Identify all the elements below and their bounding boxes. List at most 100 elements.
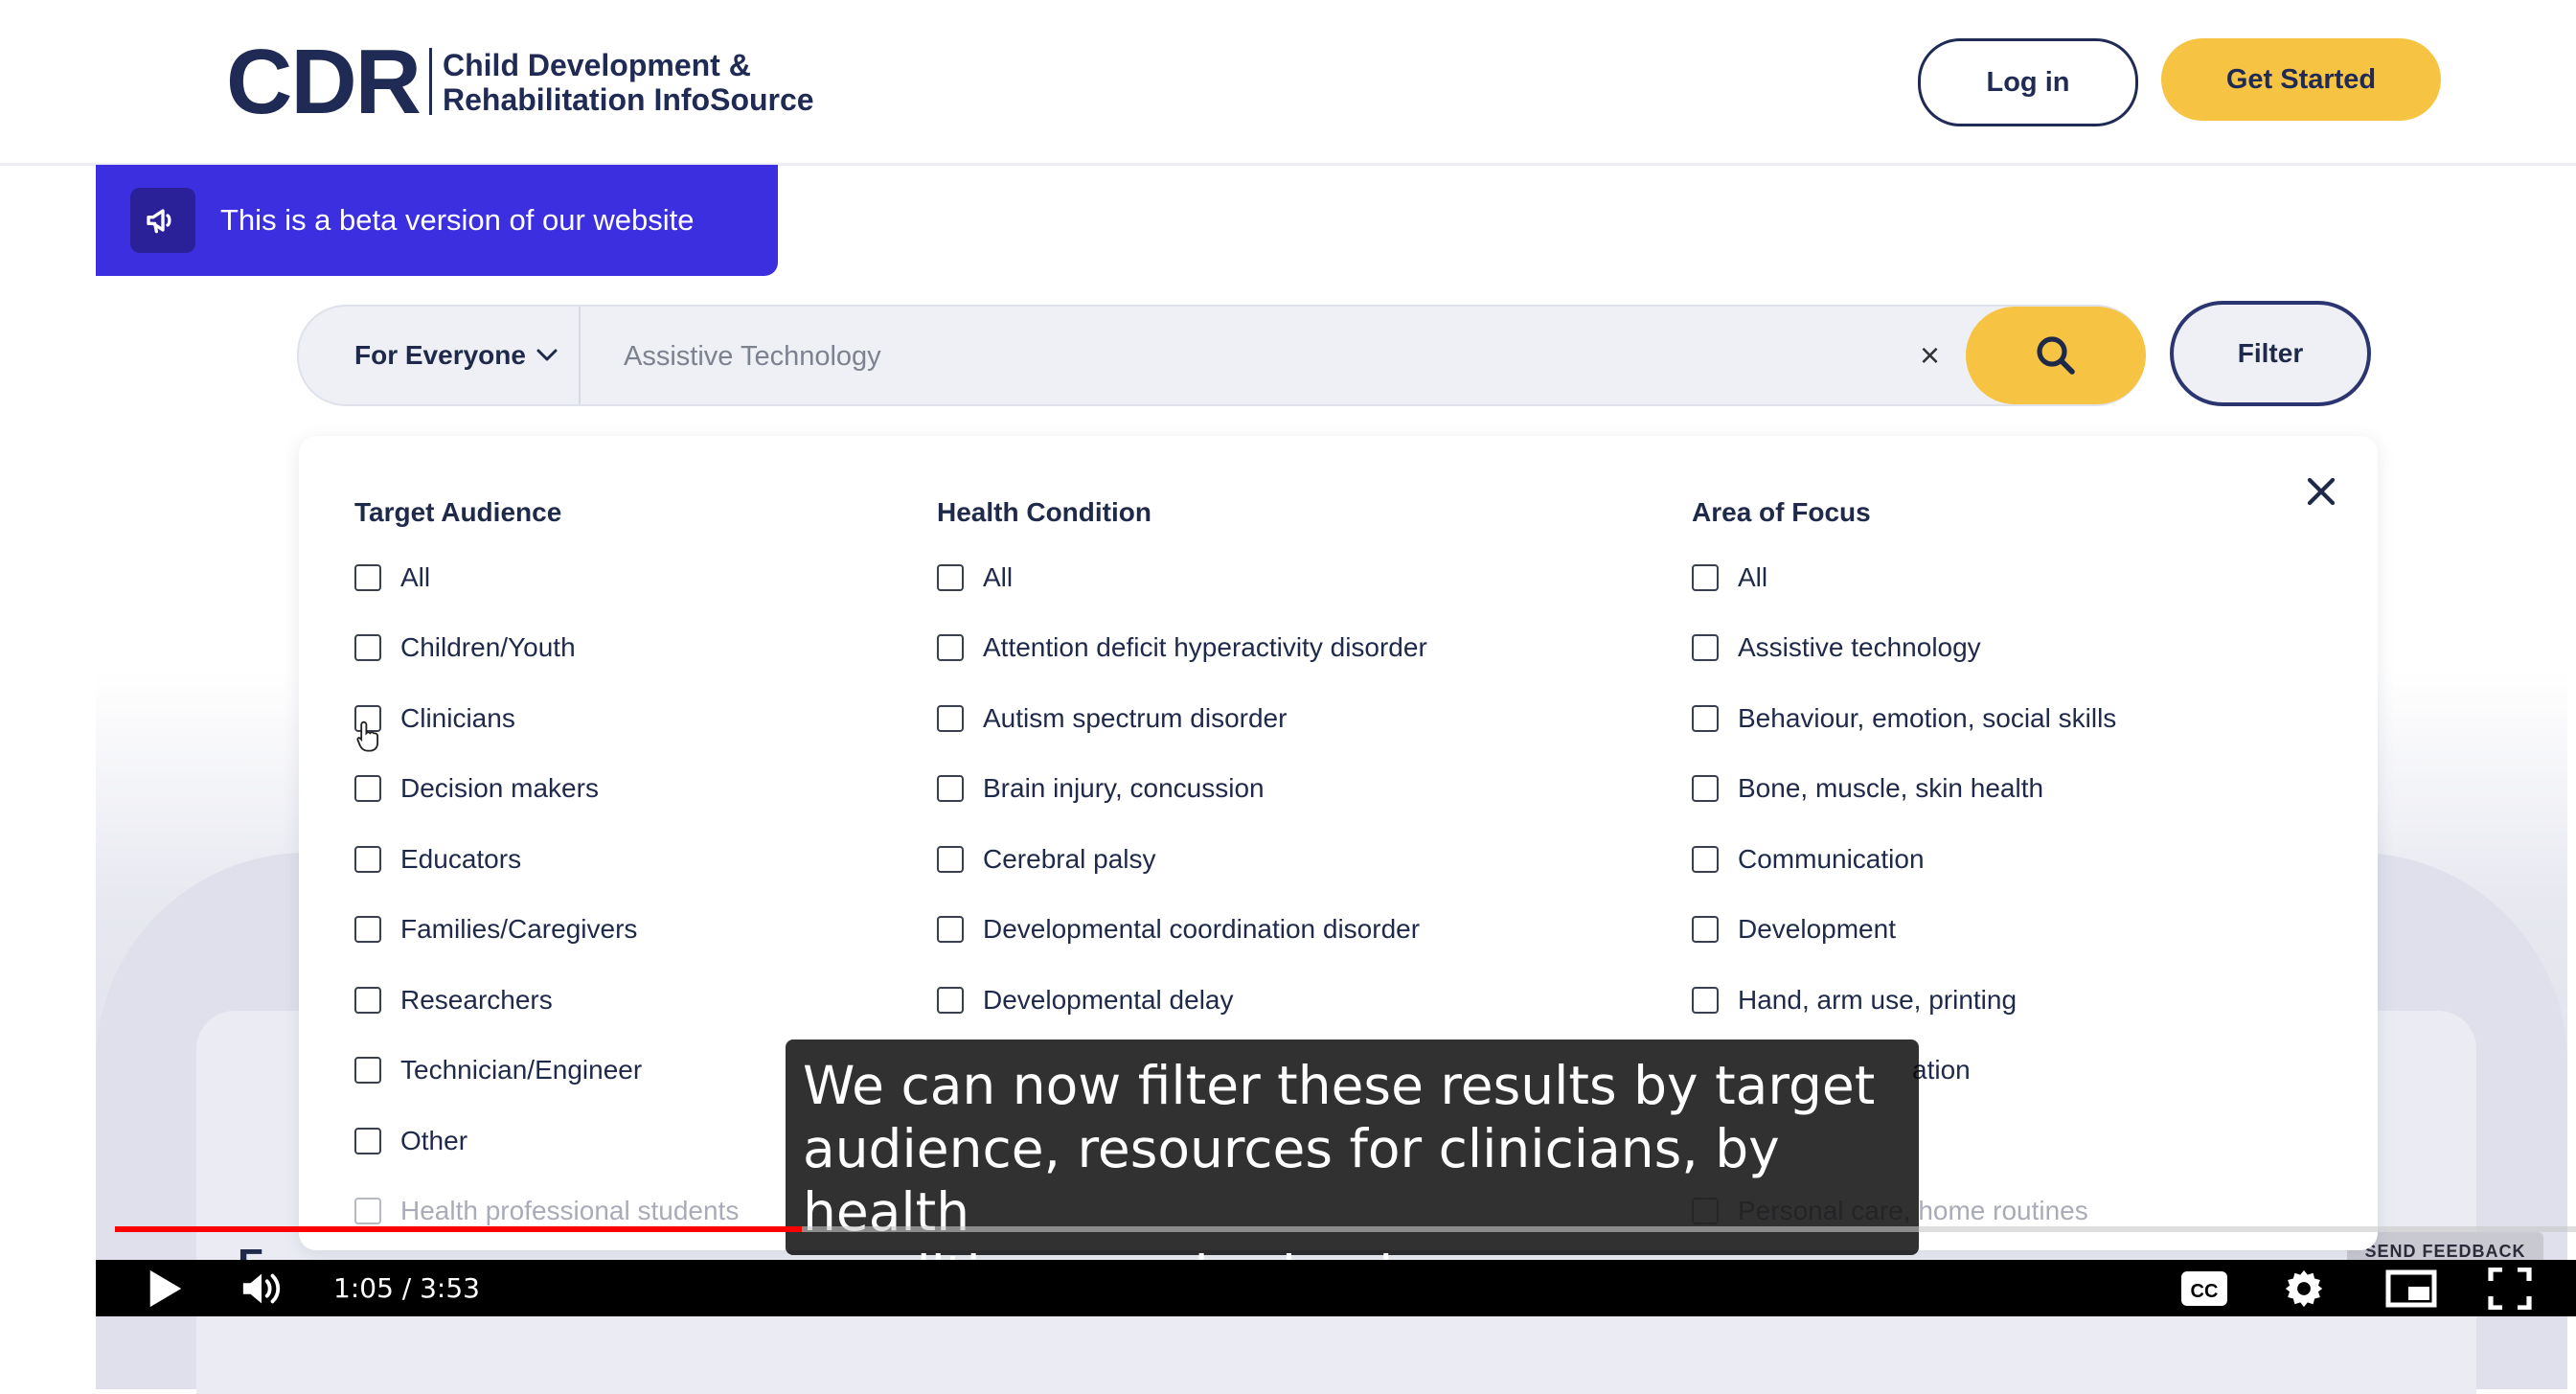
- filter-option[interactable]: All: [937, 542, 1427, 613]
- filter-option[interactable]: Assistive technology: [1692, 613, 2116, 684]
- checkbox[interactable]: [1692, 775, 1719, 803]
- checkbox[interactable]: [937, 845, 964, 873]
- filter-option[interactable]: Families/Caregivers: [354, 895, 739, 966]
- chevron-down-icon: [536, 349, 558, 361]
- checkbox[interactable]: [354, 1127, 381, 1154]
- checkbox[interactable]: [354, 634, 381, 662]
- checkbox[interactable]: [354, 845, 381, 873]
- filter-column-target-audience: Target Audience All Children/Youth Clini…: [354, 489, 739, 1246]
- filter-option-label: Children/Youth: [400, 632, 576, 663]
- filter-option-label: Development: [1738, 914, 1896, 945]
- checkbox[interactable]: [1692, 563, 1719, 591]
- filter-option-label: Other: [400, 1125, 468, 1155]
- filter-option[interactable]: Development: [1692, 895, 2116, 966]
- checkbox[interactable]: [937, 563, 964, 591]
- filter-option-label: Autism spectrum disorder: [983, 702, 1288, 733]
- filter-option[interactable]: Decision makers: [354, 754, 739, 825]
- filter-option-label: Researchers: [400, 984, 553, 1015]
- checkbox[interactable]: [1692, 845, 1719, 873]
- player-controls: 1:05 / 3:53 CC: [96, 1260, 2576, 1316]
- filter-option[interactable]: Educators: [354, 824, 739, 895]
- audience-dropdown[interactable]: For Everyone: [354, 307, 559, 404]
- close-icon[interactable]: [2304, 474, 2338, 514]
- logo-line-2: Rehabilitation InfoSource: [443, 82, 814, 117]
- filter-option-label: Clinicians: [400, 702, 515, 733]
- filter-option-label: Decision makers: [400, 773, 599, 804]
- get-started-button[interactable]: Get Started: [2161, 38, 2441, 121]
- filter-option[interactable]: Children/Youth: [354, 613, 739, 684]
- checkbox[interactable]: [354, 1057, 381, 1085]
- checkbox[interactable]: [1692, 704, 1719, 732]
- checkbox[interactable]: [354, 1198, 381, 1225]
- filter-option[interactable]: Hand, arm use, printing: [1692, 965, 2116, 1036]
- checkbox[interactable]: [937, 775, 964, 803]
- filter-option[interactable]: Behaviour, emotion, social skills: [1692, 683, 2116, 754]
- filter-option[interactable]: All: [354, 542, 739, 613]
- logo-mark[interactable]: CDR: [226, 34, 422, 130]
- filter-option-label: Brain injury, concussion: [983, 773, 1265, 804]
- checkbox[interactable]: [1692, 986, 1719, 1014]
- checkbox[interactable]: [354, 563, 381, 591]
- video-left-margin: [0, 0, 96, 1316]
- filter-option-label: Technician/Engineer: [400, 1055, 643, 1085]
- filter-option[interactable]: All: [1692, 542, 2116, 613]
- play-icon[interactable]: [146, 1260, 184, 1316]
- miniplayer-icon[interactable]: [2385, 1260, 2437, 1316]
- checkbox[interactable]: [937, 916, 964, 944]
- checkbox[interactable]: [354, 986, 381, 1014]
- caption-line: We can now filter these results by targe…: [803, 1055, 1876, 1116]
- filter-option-label: Health professional students: [400, 1196, 740, 1226]
- filter-option[interactable]: Communication: [1692, 824, 2116, 895]
- beta-banner-text: This is a beta version of our website: [220, 203, 695, 237]
- filter-option[interactable]: Developmental coordination disorder: [937, 895, 1427, 966]
- checkbox[interactable]: [354, 916, 381, 944]
- captions-icon[interactable]: CC: [2179, 1260, 2229, 1316]
- filter-option[interactable]: Clinicians: [354, 683, 739, 754]
- filter-option-label: Families/Caregivers: [400, 914, 638, 945]
- search-button[interactable]: [1966, 307, 2146, 404]
- checkbox[interactable]: [937, 634, 964, 662]
- fullscreen-icon[interactable]: [2488, 1260, 2532, 1316]
- filter-column-title: Area of Focus: [1692, 497, 1871, 527]
- filter-button[interactable]: Filter: [2170, 301, 2371, 406]
- filter-option[interactable]: Autism spectrum disorder: [937, 683, 1427, 754]
- beta-banner: This is a beta version of our website: [96, 165, 778, 276]
- filter-option-label: Developmental delay: [983, 984, 1234, 1015]
- filter-option[interactable]: Technician/Engineer: [354, 1036, 739, 1107]
- settings-icon[interactable]: [2282, 1260, 2326, 1316]
- checkbox[interactable]: [937, 986, 964, 1014]
- logo-divider: [429, 48, 432, 115]
- logo-line-1: Child Development &: [443, 48, 751, 82]
- filter-option[interactable]: Other: [354, 1106, 739, 1177]
- volume-icon[interactable]: [239, 1260, 284, 1316]
- clear-search-icon[interactable]: ×: [1920, 333, 1940, 377]
- filter-option-label: Hand, arm use, printing: [1738, 984, 2017, 1015]
- filter-option[interactable]: Researchers: [354, 965, 739, 1036]
- caption-line: audience, resources for clinicians, by h…: [803, 1118, 1780, 1243]
- login-button[interactable]: Log in: [1918, 38, 2138, 126]
- search-input[interactable]: [622, 330, 1871, 383]
- filter-column-health-condition: Health Condition All Attention deficit h…: [937, 489, 1427, 1036]
- logo-text[interactable]: Child Development & Rehabilitation InfoS…: [443, 48, 814, 117]
- filter-option[interactable]: Brain injury, concussion: [937, 754, 1427, 825]
- filter-column-title: Target Audience: [354, 497, 562, 527]
- search-separator: [579, 307, 581, 404]
- checkbox[interactable]: [937, 704, 964, 732]
- filter-option[interactable]: Attention deficit hyperactivity disorder: [937, 613, 1427, 684]
- filter-option[interactable]: Cerebral palsy: [937, 824, 1427, 895]
- progress-played[interactable]: [115, 1226, 803, 1232]
- checkbox[interactable]: [1692, 916, 1719, 944]
- audience-dropdown-label: For Everyone: [354, 340, 526, 370]
- search-icon: [2037, 336, 2075, 375]
- checkbox[interactable]: [354, 775, 381, 803]
- filter-option-label: Educators: [400, 843, 522, 874]
- filter-option-label: Attention deficit hyperactivity disorder: [983, 632, 1427, 663]
- filter-option[interactable]: Developmental delay: [937, 965, 1427, 1036]
- filter-column-title: Health Condition: [937, 497, 1151, 527]
- filter-option-label: Communication: [1738, 843, 1925, 874]
- filter-option[interactable]: Health professional students: [354, 1177, 739, 1247]
- search-bar: For Everyone ×: [297, 305, 2146, 406]
- site-header: CDR Child Development & Rehabilitation I…: [0, 0, 2576, 166]
- filter-option[interactable]: Bone, muscle, skin health: [1692, 754, 2116, 825]
- checkbox[interactable]: [1692, 634, 1719, 662]
